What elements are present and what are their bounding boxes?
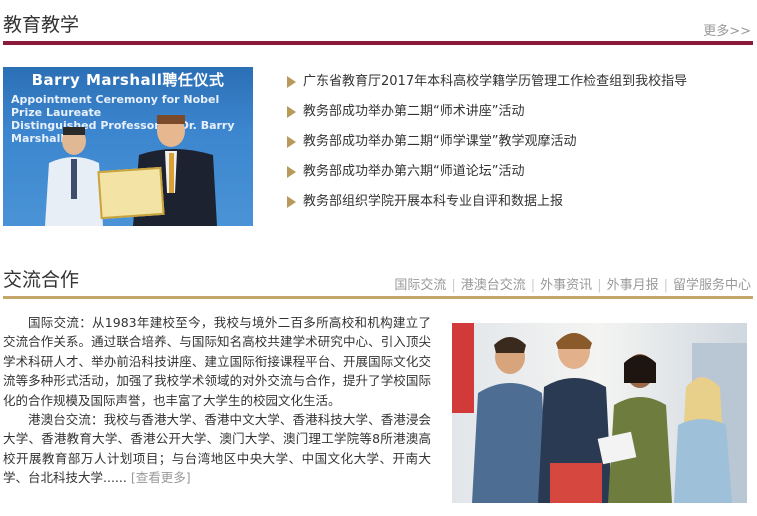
exchange-intro: 国际交流：从1983年建校至今，我校与境外二百多所高校和机构建立了交流合作关系。… [3, 313, 431, 488]
students-illustration [452, 323, 747, 503]
photo-banner-text: Barry Marshall聘任仪式 [31, 71, 225, 89]
triangle-bullet-icon [287, 76, 296, 88]
triangle-bullet-icon [287, 136, 296, 148]
tab-study-abroad-center[interactable]: 留学服务中心 [673, 278, 751, 293]
triangle-bullet-icon [287, 166, 296, 178]
news-item[interactable]: 教务部成功举办第六期“师道论坛”活动 [287, 160, 747, 190]
triangle-bullet-icon [287, 196, 296, 208]
exchange-tabs: 国际交流 | 港澳台交流 | 外事资讯 | 外事月报 | 留学服务中心 [394, 274, 751, 293]
news-item[interactable]: 教务部组织学院开展本科专业自评和数据上报 [287, 190, 747, 220]
tab-separator: | [597, 278, 602, 293]
exchange-title: 交流合作 [3, 269, 80, 291]
tab-separator: | [530, 278, 536, 293]
certificate [97, 166, 165, 220]
education-section: 教育教学 更多>> Barry Marshall聘任仪式 Appointment… [0, 0, 757, 240]
view-more-link[interactable]: [查看更多] [131, 470, 191, 485]
tab-international[interactable]: 国际交流 [394, 278, 446, 293]
tab-separator: | [663, 278, 668, 293]
news-item[interactable]: 广东省教育厅2017年本科高校学籍学历管理工作检查组到我校指导 [287, 70, 747, 100]
education-title: 教育教学 [3, 14, 80, 36]
news-item[interactable]: 教务部成功举办第二期“师学课堂”教学观摩活动 [287, 130, 747, 160]
tab-foreign-news[interactable]: 外事资讯 [540, 278, 592, 293]
tab-separator: | [451, 278, 456, 293]
news-list: 广东省教育厅2017年本科高校学籍学历管理工作检查组到我校指导 教务部成功举办第… [287, 70, 747, 220]
education-divider [3, 41, 753, 45]
education-photo[interactable]: Barry Marshall聘任仪式 Appointment Ceremony … [3, 67, 253, 226]
intro-paragraph-hmt: 港澳台交流：我校与香港大学、香港中文大学、香港科技大学、香港浸会大学、香港教育大… [3, 412, 431, 486]
tab-monthly-report[interactable]: 外事月报 [607, 278, 659, 293]
news-item[interactable]: 教务部成功举办第二期“师术讲座”活动 [287, 100, 747, 130]
education-more-link[interactable]: 更多>> [703, 20, 751, 39]
tab-hk-macao-taiwan[interactable]: 港澳台交流 [461, 278, 526, 293]
exchange-photo[interactable] [452, 323, 747, 503]
triangle-bullet-icon [287, 106, 296, 118]
exchange-divider [3, 296, 753, 299]
intro-paragraph-international: 国际交流：从1983年建校至今，我校与境外二百多所高校和机构建立了交流合作关系。… [3, 315, 431, 408]
